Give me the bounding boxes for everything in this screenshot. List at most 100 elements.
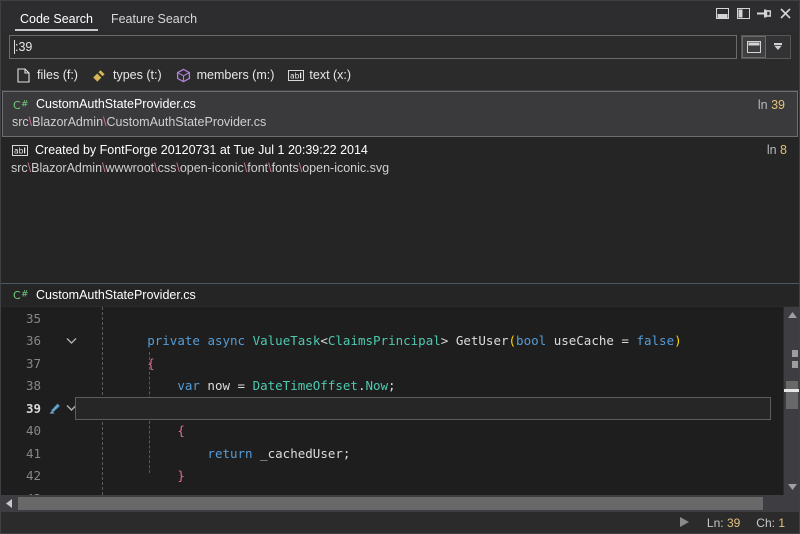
- code-token: DateTimeOffset: [253, 378, 358, 393]
- status-bar: Ln: 39 Ch: 1: [1, 512, 799, 533]
- code-token: ): [652, 401, 660, 416]
- code-token: ClaimsPrincipal: [328, 333, 441, 348]
- result-item-2[interactable]: ab Created by FontForge 20120731 at Tue …: [1, 137, 799, 183]
- code-token: if: [177, 401, 192, 416]
- path-segment: BlazorAdmin: [32, 115, 103, 129]
- code-line[interactable]: 40 {: [1, 420, 783, 443]
- code-line-text: {: [81, 423, 783, 438]
- split-horizontal-icon[interactable]: [714, 6, 730, 21]
- line-number-gutter: 36: [1, 333, 47, 348]
- pin-icon[interactable]: [756, 6, 772, 21]
- code-line[interactable]: 36 private async ValueTask<ClaimsPrincip…: [1, 330, 783, 353]
- code-token: _userLastCheck: [343, 401, 448, 416]
- status-line-label: Ln:: [707, 516, 727, 530]
- result-item-2-title: Created by FontForge 20120731 at Tue Jul…: [35, 142, 368, 159]
- filter-members-label: members (m:): [197, 68, 275, 82]
- code-line-text: private async ValueTask<ClaimsPrincipal>…: [81, 333, 783, 348]
- code-token: [290, 401, 298, 416]
- filter-files[interactable]: files (f:): [13, 65, 85, 85]
- status-line-value: 39: [727, 516, 740, 530]
- code-token: [87, 333, 147, 348]
- code-token: var: [177, 378, 200, 393]
- result-item-2-title-row: ab Created by FontForge 20120731 at Tue …: [11, 142, 791, 159]
- bookmark-icon[interactable]: [47, 402, 61, 415]
- line-number-gutter: 40: [1, 423, 47, 438]
- scroll-change-marker: [792, 361, 798, 368]
- editor-vertical-scrollbar[interactable]: [783, 307, 799, 495]
- scroll-left-arrow[interactable]: [1, 496, 17, 512]
- code-token: &&: [275, 401, 290, 416]
- code-line[interactable]: 42 }: [1, 465, 783, 488]
- code-line[interactable]: 38 var now = DateTimeOffset.Now;: [1, 375, 783, 398]
- preview-filename: CustomAuthStateProvider.cs: [36, 288, 196, 302]
- code-line[interactable]: 35: [1, 307, 783, 330]
- code-token: <: [320, 401, 343, 416]
- code-token: _cachedUser: [260, 446, 343, 461]
- preview-editor: 35 36 private async ValueTask<ClaimsPrinc…: [1, 307, 799, 495]
- scroll-up-arrow[interactable]: [784, 307, 799, 323]
- fold-collapse-icon[interactable]: [61, 404, 81, 412]
- tab-feature-search[interactable]: Feature Search: [102, 9, 206, 31]
- search-input[interactable]: :39: [9, 35, 737, 59]
- path-segment: font: [247, 161, 268, 175]
- split-vertical-icon[interactable]: [735, 6, 751, 21]
- preview-toggle-button[interactable]: [742, 36, 766, 58]
- code-token: (: [509, 333, 517, 348]
- code-line[interactable]: 41 return _cachedUser;: [1, 442, 783, 465]
- code-line-text: {: [81, 356, 783, 371]
- status-line: Ln: 39: [707, 516, 740, 530]
- code-token: now: [298, 401, 321, 416]
- filter-types[interactable]: types (t:): [89, 65, 169, 85]
- tab-code-search[interactable]: Code Search: [11, 9, 102, 31]
- code-line[interactable]: 37 {: [1, 352, 783, 375]
- code-token: +: [448, 401, 471, 416]
- csharp-icon: C #: [12, 97, 29, 113]
- svg-text:C: C: [13, 99, 21, 112]
- cursor-line-marker: [784, 389, 799, 392]
- close-icon[interactable]: [777, 6, 793, 21]
- scroll-change-marker: [792, 350, 798, 357]
- text-icon: ab: [11, 143, 28, 159]
- result-item-1-path: src\BlazorAdmin\CustomAuthStateProvider.…: [12, 114, 790, 131]
- code-lines-container[interactable]: 35 36 private async ValueTask<ClaimsPrinc…: [1, 307, 783, 495]
- vertical-scroll-thumb[interactable]: [786, 381, 798, 409]
- play-icon[interactable]: [680, 516, 689, 530]
- scroll-down-arrow[interactable]: [784, 479, 799, 495]
- editor-horizontal-scrollbar[interactable]: [1, 495, 799, 512]
- line-label: ln: [758, 98, 771, 112]
- fold-collapse-icon[interactable]: [61, 337, 81, 345]
- line-number-gutter: 41: [1, 446, 47, 461]
- svg-text:#: #: [21, 99, 29, 109]
- search-options-dropdown-button[interactable]: [766, 36, 790, 58]
- status-char-value: 1: [778, 516, 785, 530]
- result-item-2-line-badge: ln 8: [767, 143, 787, 157]
- result-item-1[interactable]: C # CustomAuthStateProvider.cs src\Blazo…: [2, 91, 798, 137]
- code-token: ;: [388, 378, 396, 393]
- result-item-1-title-row: C # CustomAuthStateProvider.cs: [12, 96, 790, 113]
- filter-members[interactable]: members (m:): [173, 65, 282, 85]
- line-number-gutter: 35: [1, 311, 47, 326]
- path-segment: fonts: [272, 161, 299, 175]
- code-token: [448, 333, 456, 348]
- code-token: bool: [516, 333, 546, 348]
- tab-strip: Code Search Feature Search: [1, 9, 206, 31]
- filter-files-label: files (f:): [37, 68, 78, 82]
- svg-text:ab: ab: [290, 71, 300, 80]
- code-line[interactable]: 43: [1, 487, 783, 495]
- line-number-gutter: 39: [1, 401, 47, 416]
- filter-text[interactable]: ab text (x:): [285, 65, 358, 85]
- members-icon: [175, 67, 192, 83]
- code-token: {: [177, 423, 185, 438]
- path-segment: open-iconic.svg: [302, 161, 389, 175]
- code-token: ValueTask: [253, 333, 321, 348]
- status-char: Ch: 1: [756, 516, 785, 530]
- code-token: useCache: [554, 333, 614, 348]
- filter-bar: files (f:) types (t:) members (m:): [1, 62, 799, 90]
- horizontal-scroll-thumb[interactable]: [18, 497, 763, 510]
- code-token: =: [614, 333, 637, 348]
- code-token: {: [147, 356, 155, 371]
- code-line-text: return _cachedUser;: [81, 446, 783, 461]
- code-line[interactable]: 39 if (useCache && now < _userLastCheck …: [1, 397, 783, 420]
- status-char-label: Ch:: [756, 516, 778, 530]
- code-token: [87, 378, 177, 393]
